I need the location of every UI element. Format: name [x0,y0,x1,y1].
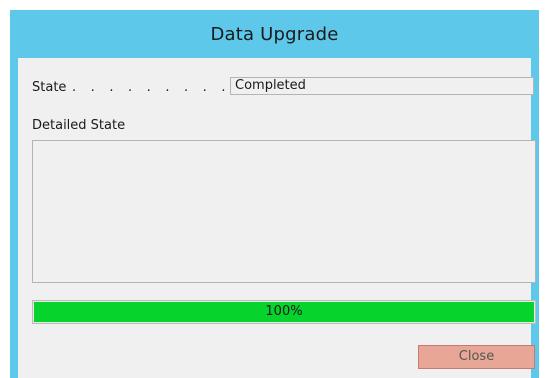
progress-label: 100% [265,304,303,319]
window-title: Data Upgrade [210,23,339,45]
title-bar[interactable]: Data Upgrade [10,10,539,58]
state-value-field: Completed [230,77,534,95]
data-upgrade-window: Data Upgrade State . . . . . . . . . . C… [10,10,539,378]
detailed-state-box[interactable] [32,140,536,283]
state-label: State [32,80,67,95]
detailed-state-label: Detailed State [32,118,126,133]
close-button[interactable]: Close [418,345,535,369]
progress-bar: 100% [32,300,536,324]
state-leader-dots: . . . . . . . . . . [72,80,250,95]
dialog-body: State . . . . . . . . . . Completed Deta… [18,58,536,378]
